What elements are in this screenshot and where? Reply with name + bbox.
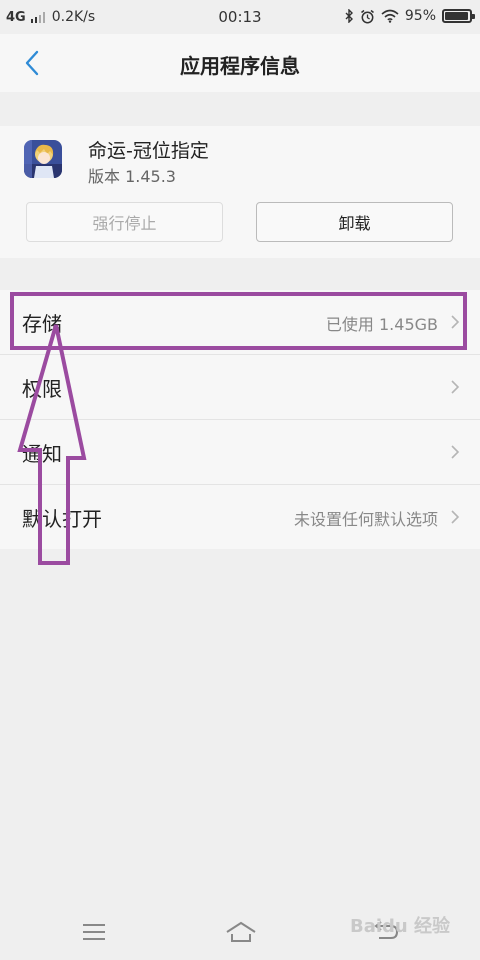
- bluetooth-icon: [345, 9, 353, 23]
- settings-item-label: 通知: [22, 442, 62, 466]
- app-bar: 应用程序信息: [0, 34, 480, 92]
- battery-percent: 95%: [404, 8, 436, 24]
- chevron-right-icon: [451, 510, 460, 524]
- settings-item-permissions[interactable]: 权限: [0, 355, 480, 420]
- battery-fill: [445, 12, 468, 20]
- watermark: Baidu 经验: [349, 916, 450, 937]
- battery-icon: [442, 9, 475, 23]
- chevron-right-icon: [451, 380, 460, 394]
- highlight-box: [10, 292, 467, 350]
- status-right: 95%: [345, 8, 475, 24]
- chevron-right-icon: [451, 445, 460, 459]
- home-icon[interactable]: [224, 920, 258, 944]
- settings-item-notifications[interactable]: 通知: [0, 420, 480, 485]
- app-icon: [24, 140, 62, 178]
- settings-item-label: 默认打开: [22, 507, 102, 531]
- page-title: 应用程序信息: [180, 54, 300, 78]
- menu-icon[interactable]: [82, 922, 106, 942]
- app-version: 版本 1.45.3: [88, 167, 176, 186]
- app-name: 命运-冠位指定: [88, 140, 209, 162]
- status-bar: 4G 0.2K/s 00:13 95%: [0, 0, 480, 34]
- force-stop-button[interactable]: 强行停止: [26, 202, 223, 242]
- wifi-icon: [381, 9, 399, 23]
- settings-item-label: 权限: [22, 377, 62, 401]
- settings-item-value: 未设置任何默认选项: [293, 510, 438, 529]
- app-info-card: 命运-冠位指定 版本 1.45.3 强行停止 卸载: [0, 126, 480, 258]
- uninstall-button[interactable]: 卸载: [256, 202, 453, 242]
- alarm-icon: [360, 9, 374, 23]
- settings-item-default-open[interactable]: 默认打开 未设置任何默认选项: [0, 485, 480, 549]
